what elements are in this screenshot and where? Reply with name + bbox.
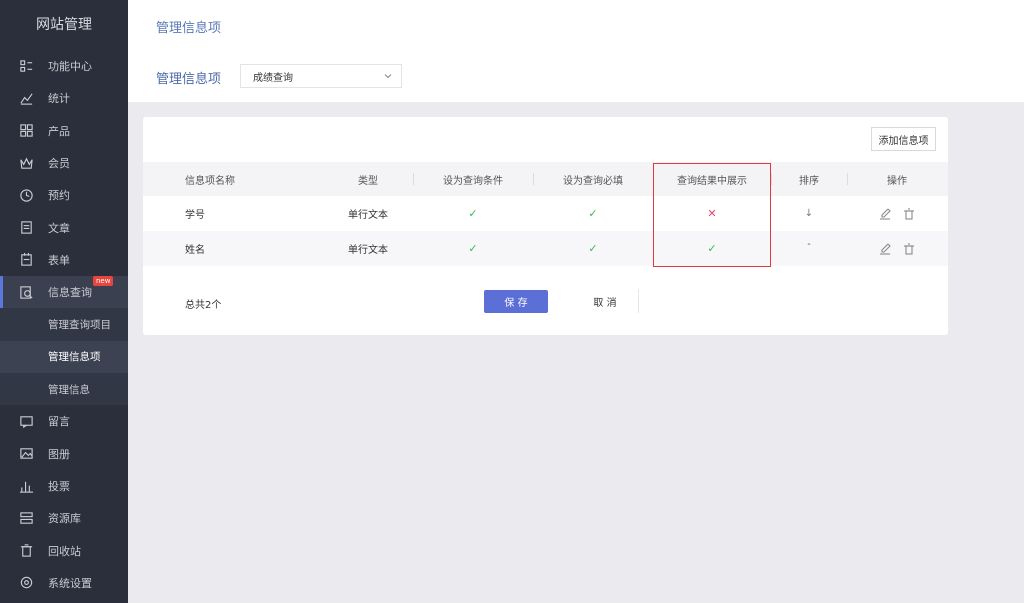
sort-down-icon[interactable]: ↓ [771,196,847,231]
cancel-button[interactable]: 取 消 [573,290,637,313]
filter-label: 管理信息项 [156,72,222,87]
sidebar-item-label: 预约 [48,189,70,203]
page-header: 管理信息项 管理信息项 成绩查询 [128,0,1024,102]
sidebar-item-label: 文章 [48,221,70,235]
document-icon [18,220,34,236]
col-name-header: 信息项名称 [185,175,235,187]
sidebar-item-articles[interactable]: 文章 [0,211,128,243]
clock-icon [18,187,34,203]
edit-icon[interactable] [879,208,891,220]
sidebar-item-members[interactable]: 会员 [0,147,128,179]
trash-icon [18,543,34,559]
brand-title: 网站管理 [36,17,92,33]
card-footer: 总共2个 保 存 取 消 [143,285,948,319]
sidebar-item-recycle[interactable]: 回收站 [0,534,128,566]
table-row: 姓名 单行文本 ✓ ✓ ✓ ˆ [143,231,948,266]
function-icon [18,58,34,74]
sidebar-item-label: 产品 [48,124,70,138]
chart-line-icon [18,90,34,106]
sidebar-item-label: 留言 [48,415,70,429]
sort-up-icon[interactable]: ˆ [771,231,847,266]
header-divider [771,173,772,185]
message-icon [18,413,34,429]
query-select[interactable]: 成绩查询 [240,64,402,88]
sidebar-item-label: 统计 [48,92,70,106]
col-sort-header: 排序 [799,175,819,187]
bar-chart-icon [18,478,34,494]
row-actions [847,196,947,231]
chevron-down-icon [383,71,393,81]
image-icon [18,446,34,462]
check-icon[interactable]: ✓ [413,231,533,266]
sidebar-item-library[interactable]: 资源库 [0,502,128,534]
row-name: 姓名 [185,245,205,256]
sidebar-nav: 功能中心 统计 产品 会员 预约 文章 表单 信息查询 new 管理查询项目 管… [0,50,128,599]
sidebar-item-settings[interactable]: 系统设置 [0,567,128,599]
select-value: 成绩查询 [253,72,293,84]
sidebar-item-label: 会员 [48,157,70,171]
check-icon[interactable]: ✓ [533,196,653,231]
search-doc-icon [18,284,34,300]
library-icon [18,510,34,526]
row-actions [847,231,947,266]
sidebar-item-label: 系统设置 [48,576,92,590]
divider [638,289,639,313]
sidebar-item-forms[interactable]: 表单 [0,244,128,276]
save-button[interactable]: 保 存 [484,290,548,313]
sidebar-item-label: 图册 [48,447,70,461]
add-info-item-button[interactable]: 添加信息项 [871,127,936,151]
check-icon[interactable]: ✓ [653,231,771,266]
sidebar-item-info-query[interactable]: 信息查询 new [0,276,128,309]
page-title: 管理信息项 [156,21,222,36]
col-condition-header: 设为查询条件 [443,175,503,187]
sidebar-item-vote[interactable]: 投票 [0,470,128,502]
col-required-header: 设为查询必填 [563,175,623,187]
table-header: 信息项名称 类型 设为查询条件 设为查询必填 查询结果中展示 排序 操作 [143,162,948,196]
header-divider [533,173,534,185]
sidebar-item-stats[interactable]: 统计 [0,82,128,114]
info-items-table: 信息项名称 类型 设为查询条件 设为查询必填 查询结果中展示 排序 操作 学号 … [143,162,948,266]
sidebar-item-label: 投票 [48,480,70,493]
settings-icon [18,575,34,591]
total-count: 总共2个 [185,300,222,311]
col-action-header: 操作 [887,175,907,187]
sidebar-item-gallery[interactable]: 图册 [0,438,128,470]
sidebar-item-label: 回收站 [48,544,81,558]
delete-icon[interactable] [903,242,915,255]
sidebar-item-label: 功能中心 [48,60,92,74]
sidebar-item-function-center[interactable]: 功能中心 [0,50,128,82]
sidebar-subitem-manage-info[interactable]: 管理信息 [0,372,128,406]
col-show-header: 查询结果中展示 [677,175,747,187]
sidebar-subitem-manage-info-items[interactable]: 管理信息项 [0,340,128,373]
sidebar-item-label: 信息查询 [48,286,92,300]
sidebar-item-messages[interactable]: 留言 [0,405,128,437]
info-items-card: 添加信息项 信息项名称 类型 设为查询条件 设为查询必填 查询结果中展示 排序 … [143,117,948,335]
header-divider [413,173,414,185]
sidebar: 网站管理 功能中心 统计 产品 会员 预约 文章 表单 信息查询 new 管理查… [0,0,128,603]
table-row: 学号 单行文本 ✓ ✓ ✕ ↓ [143,196,948,231]
sidebar-item-booking[interactable]: 预约 [0,179,128,211]
edit-icon[interactable] [879,243,891,255]
crown-icon [18,155,34,171]
delete-icon[interactable] [903,207,915,220]
grid-icon [18,123,34,139]
check-icon[interactable]: ✓ [533,231,653,266]
sidebar-item-label: 资源库 [48,512,81,526]
sidebar-item-products[interactable]: 产品 [0,115,128,147]
form-icon [18,252,34,268]
sidebar-item-label: 表单 [48,253,70,267]
cross-icon[interactable]: ✕ [653,196,771,231]
header-divider [847,173,848,185]
sidebar-subitem-manage-query[interactable]: 管理查询项目 [0,308,128,341]
check-icon[interactable]: ✓ [413,196,533,231]
row-name: 学号 [185,210,205,221]
new-badge: new [93,276,114,287]
